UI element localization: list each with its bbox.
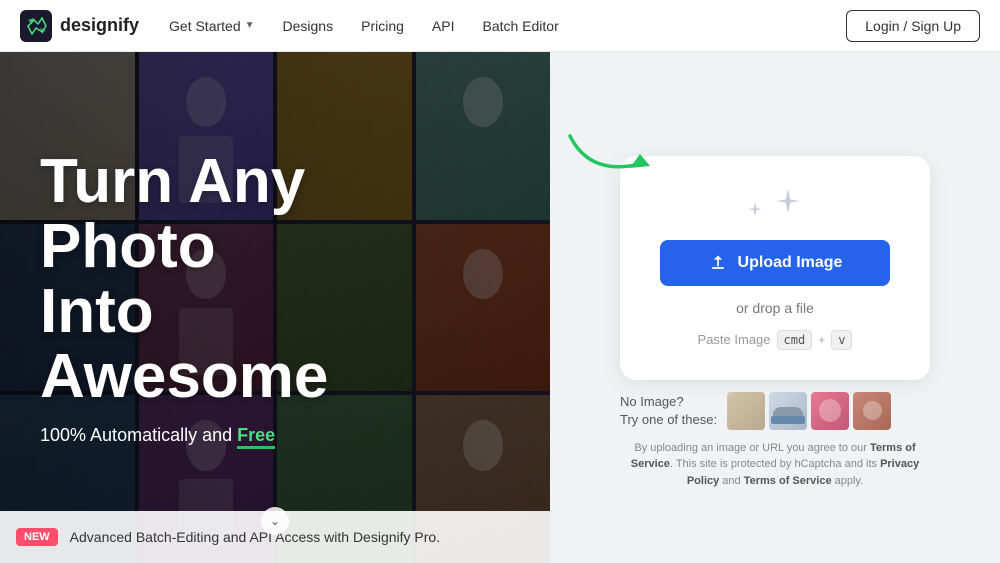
cmd-key: cmd	[777, 330, 813, 350]
scroll-down-button[interactable]: ⌄	[261, 507, 289, 535]
upload-icon	[708, 253, 728, 273]
no-image-text: No Image? Try one of these:	[620, 393, 717, 429]
sparkle-large-icon	[770, 186, 806, 222]
sparkle-small-icon	[744, 200, 766, 222]
sample-thumb-1[interactable]	[727, 392, 765, 430]
nav-pricing[interactable]: Pricing	[361, 18, 404, 34]
nav-right: Login / Sign Up	[846, 10, 980, 42]
brand-name: designify	[60, 15, 139, 36]
upload-card: Upload Image or drop a file Paste Image …	[620, 156, 930, 380]
hero-left: Turn Any Photo Into Awesome 100% Automat…	[0, 52, 550, 563]
nav-designs[interactable]: Designs	[283, 18, 334, 34]
login-button[interactable]: Login / Sign Up	[846, 10, 980, 42]
nav-batch-editor[interactable]: Batch Editor	[482, 18, 558, 34]
new-badge: NEW	[16, 528, 58, 546]
plus-separator: +	[818, 333, 825, 347]
upload-image-button[interactable]: Upload Image	[660, 240, 890, 286]
arrow-wrapper	[620, 136, 930, 166]
sample-thumbs	[727, 392, 891, 430]
hero-subtitle: 100% Automatically and Free	[40, 425, 510, 446]
paste-hint: Paste Image cmd + v	[698, 330, 853, 350]
hero-title: Turn Any Photo Into Awesome	[40, 149, 510, 409]
nav-get-started[interactable]: Get Started ▼	[169, 18, 255, 34]
terms-text: By uploading an image or URL you agree t…	[620, 440, 930, 490]
green-arrow-icon	[550, 126, 670, 186]
sample-thumb-4[interactable]	[853, 392, 891, 430]
hero-text-overlay: Turn Any Photo Into Awesome 100% Automat…	[0, 52, 550, 563]
logo-icon	[20, 10, 52, 42]
sparkle-decoration	[744, 186, 806, 222]
v-key: v	[831, 330, 852, 350]
nav-links: Get Started ▼ Designs Pricing API Batch …	[169, 18, 846, 34]
navbar: designify Get Started ▼ Designs Pricing …	[0, 0, 1000, 52]
hero-section: Turn Any Photo Into Awesome 100% Automat…	[0, 52, 1000, 563]
sample-thumb-2[interactable]	[769, 392, 807, 430]
chevron-down-icon: ▼	[245, 20, 255, 31]
chevron-down-icon: ⌄	[270, 514, 280, 528]
sample-images-section: No Image? Try one of these:	[620, 392, 930, 430]
sample-thumb-3[interactable]	[811, 392, 849, 430]
logo-link[interactable]: designify	[20, 10, 139, 42]
promo-text: Advanced Batch-Editing and API Access wi…	[70, 529, 440, 545]
drop-file-label: or drop a file	[736, 300, 814, 316]
nav-api[interactable]: API	[432, 18, 455, 34]
terms-of-service-link-2[interactable]: Terms of Service	[744, 475, 832, 487]
hero-right: Upload Image or drop a file Paste Image …	[550, 52, 1000, 563]
